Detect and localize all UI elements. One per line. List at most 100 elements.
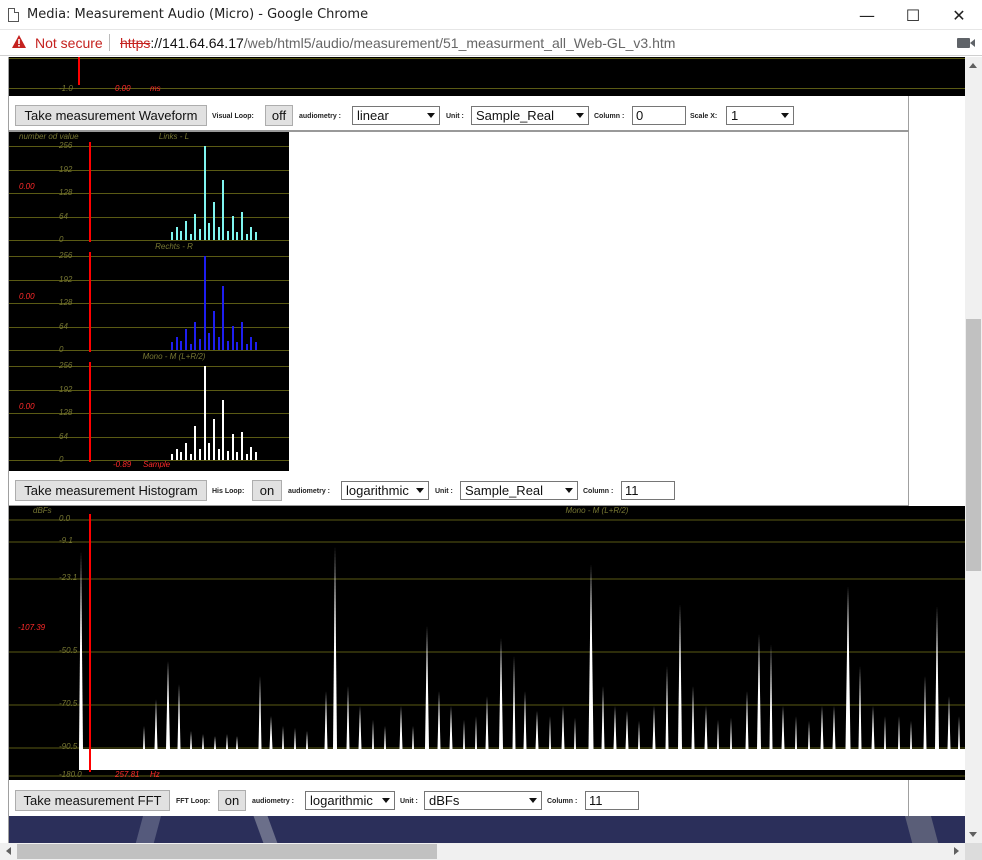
fft-spike: [898, 716, 900, 749]
histogram-cursor-line: [89, 362, 91, 462]
horizontal-scrollbar[interactable]: [0, 843, 965, 860]
histogram-bar: [245, 344, 248, 350]
fft-spike: [935, 606, 939, 749]
fft-spike: [236, 736, 238, 749]
warning-icon[interactable]: [12, 35, 26, 48]
histogram-y-tick: 128: [59, 298, 73, 307]
url-text[interactable]: https://141.64.64.17/web/html5/audio/mea…: [120, 35, 675, 51]
address-bar[interactable]: Not secure https://141.64.64.17/web/html…: [0, 30, 982, 56]
unit-select[interactable]: Sample_Real: [471, 106, 589, 125]
histogram-cursor-value: 0.00: [19, 182, 35, 191]
histogram-y-tick: 128: [59, 188, 73, 197]
waveform-cursor-line: [78, 57, 80, 85]
fft-y-tick: -70.5: [59, 699, 78, 708]
his-loop-toggle[interactable]: on: [252, 480, 282, 501]
vertical-scrollbar[interactable]: [965, 57, 982, 843]
waveform-canvas: -1.0 0.00 ms: [9, 57, 965, 96]
column-label: Column :: [583, 488, 614, 495]
histogram-bar: [231, 215, 234, 240]
histogram-bar: [255, 232, 257, 240]
histogram-gridline: [9, 326, 289, 328]
fft-spike: [372, 720, 374, 749]
column-label: Column :: [547, 798, 578, 805]
histogram-bar: [194, 213, 197, 240]
column-input[interactable]: 0: [632, 106, 686, 125]
unit-select[interactable]: dBFs: [424, 791, 542, 810]
maximize-button[interactable]: ☐: [890, 0, 936, 30]
histogram-bar: [213, 310, 215, 350]
histogram-bar: [213, 418, 215, 460]
page-icon: [8, 8, 19, 22]
not-secure-label[interactable]: Not secure: [35, 35, 103, 51]
histogram-bar: [236, 452, 239, 460]
fft-spike: [845, 586, 851, 749]
minimize-button[interactable]: —: [844, 0, 890, 30]
waveform-controls: Take measurement Waveform Visual Loop: o…: [9, 101, 908, 131]
chevron-down-icon: [529, 798, 537, 803]
audiometry-select[interactable]: linear: [352, 106, 440, 125]
chevron-down-icon: [576, 113, 584, 118]
histogram-bar: [180, 340, 183, 350]
histogram-bar: [236, 342, 239, 350]
column-input[interactable]: 11: [621, 481, 675, 500]
scroll-left-icon[interactable]: [6, 847, 11, 855]
fft-spike: [523, 691, 527, 749]
histogram-bar: [231, 433, 234, 460]
fft-spike: [333, 546, 337, 749]
fft-y-tick: -9.1: [59, 536, 73, 545]
fft-spike: [202, 734, 204, 749]
fft-spike: [730, 718, 732, 749]
histogram-panel: 256 192 128 64 0 Rechts - R 0.00: [9, 242, 289, 354]
chevron-down-icon: [382, 798, 390, 803]
histogram-bar: [245, 234, 248, 240]
histogram-bar: [208, 443, 211, 460]
histogram-y-tick: 256: [59, 361, 73, 370]
histogram-bar: [185, 443, 187, 460]
fft-y-tick: -23.1: [59, 573, 78, 582]
histogram-y-axis-title: number od value: [19, 132, 79, 141]
scale-x-select[interactable]: 1: [726, 106, 794, 125]
histogram-bar: [222, 286, 225, 350]
visual-loop-toggle[interactable]: off: [265, 105, 293, 126]
fft-freq-unit: Hz: [150, 770, 160, 779]
camera-icon[interactable]: [957, 38, 975, 48]
unit-value: Sample_Real: [465, 483, 544, 498]
fft-spike: [910, 721, 912, 749]
close-button[interactable]: ✕: [936, 0, 982, 30]
horizontal-scroll-thumb[interactable]: [17, 844, 437, 859]
scroll-down-icon[interactable]: [969, 832, 977, 837]
scale-x-value: 1: [731, 108, 739, 123]
fft-spike: [463, 720, 465, 749]
audiometry-select[interactable]: logarithmic: [305, 791, 395, 810]
fft-spike: [358, 706, 362, 749]
take-measurement-fft-button[interactable]: Take measurement FFT: [15, 790, 170, 811]
fft-spike: [294, 728, 296, 749]
fft-loop-toggle[interactable]: on: [218, 790, 246, 811]
histogram-bar: [213, 202, 215, 240]
vertical-scroll-thumb[interactable]: [966, 319, 981, 571]
fft-spike: [588, 564, 594, 749]
fft-spike: [512, 656, 516, 749]
histogram-cursor-value: 0.00: [19, 292, 35, 301]
scroll-up-icon[interactable]: [969, 63, 977, 68]
scroll-right-icon[interactable]: [954, 847, 959, 855]
fft-spike: [923, 676, 927, 749]
histogram-bar: [227, 340, 229, 350]
fft-spike: [638, 721, 640, 749]
histogram-bar: [241, 321, 243, 350]
audiometry-value: logarithmic: [346, 483, 409, 498]
fft-spike: [79, 551, 83, 749]
waveform-cursor-value: 0.00: [115, 84, 131, 93]
unit-value: dBFs: [429, 793, 460, 808]
column-input[interactable]: 11: [585, 791, 639, 810]
histogram-bar: [189, 234, 192, 240]
histogram-bar: [203, 146, 206, 240]
histogram-bar: [241, 211, 243, 240]
fft-spike: [449, 706, 453, 749]
take-measurement-histogram-button[interactable]: Take measurement Histogram: [15, 480, 207, 501]
unit-select[interactable]: Sample_Real: [460, 481, 578, 500]
take-measurement-waveform-button[interactable]: Take measurement Waveform: [15, 105, 207, 126]
fft-spike: [808, 721, 810, 749]
histogram-controls: Take measurement Histogram His Loop: on …: [9, 476, 908, 506]
audiometry-select[interactable]: logarithmic: [341, 481, 429, 500]
